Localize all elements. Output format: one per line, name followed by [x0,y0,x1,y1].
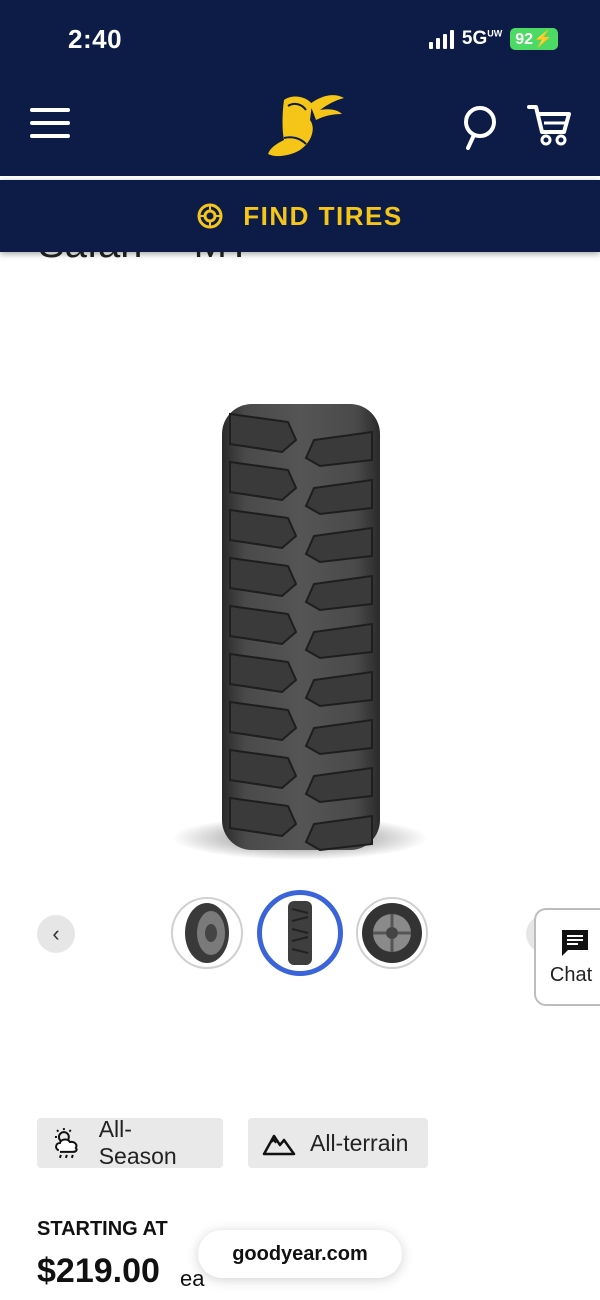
weather-icon [54,1128,78,1159]
status-time: 2:40 [68,24,123,54]
starting-at-label: STARTING AT [37,1218,168,1240]
tire-icon [197,203,223,229]
cart-icon[interactable] [526,102,572,148]
price-unit: ea [180,1266,205,1291]
status-bar: 2:40 5GUW 92⚡ [0,0,600,80]
thumbnail-tire-sidewall[interactable] [356,897,428,969]
site-header [0,80,600,176]
tag-all-terrain: All-terrain [248,1118,428,1168]
search-icon[interactable] [460,104,500,152]
network-label: 5GUW [461,28,503,49]
status-indicators: 5GUW 92⚡ [428,28,558,50]
thumbnail-tire-tread[interactable] [257,890,343,976]
find-tires-label: FIND TIRES [243,200,403,231]
tire-tread-image[interactable] [170,400,430,870]
signal-icon [428,29,454,49]
mountain-icon [262,1134,296,1156]
chat-label: Chat [549,964,593,986]
battery-icon: 92⚡ [510,28,558,50]
carousel-prev-button[interactable]: ‹ [37,915,75,953]
find-tires-button[interactable]: FIND TIRES [0,180,600,252]
chat-bubble-icon [562,930,588,956]
tire-sidewall-image [362,903,422,963]
winged-foot-logo[interactable] [262,90,346,162]
hamburger-menu-icon[interactable] [30,108,70,142]
tag-label: All-terrain [310,1129,409,1156]
thumbnail-tire-angle[interactable] [171,897,243,969]
tire-angle-image [185,903,229,963]
tire-tread-thumb-image [288,901,312,965]
url-bar[interactable]: goodyear.com [198,1230,402,1278]
tag-label: All-Season [98,1116,177,1169]
chat-button[interactable]: Chat [534,908,600,1006]
price-value: $219.00 [37,1252,160,1290]
tag-all-season: All-Season [37,1116,223,1169]
